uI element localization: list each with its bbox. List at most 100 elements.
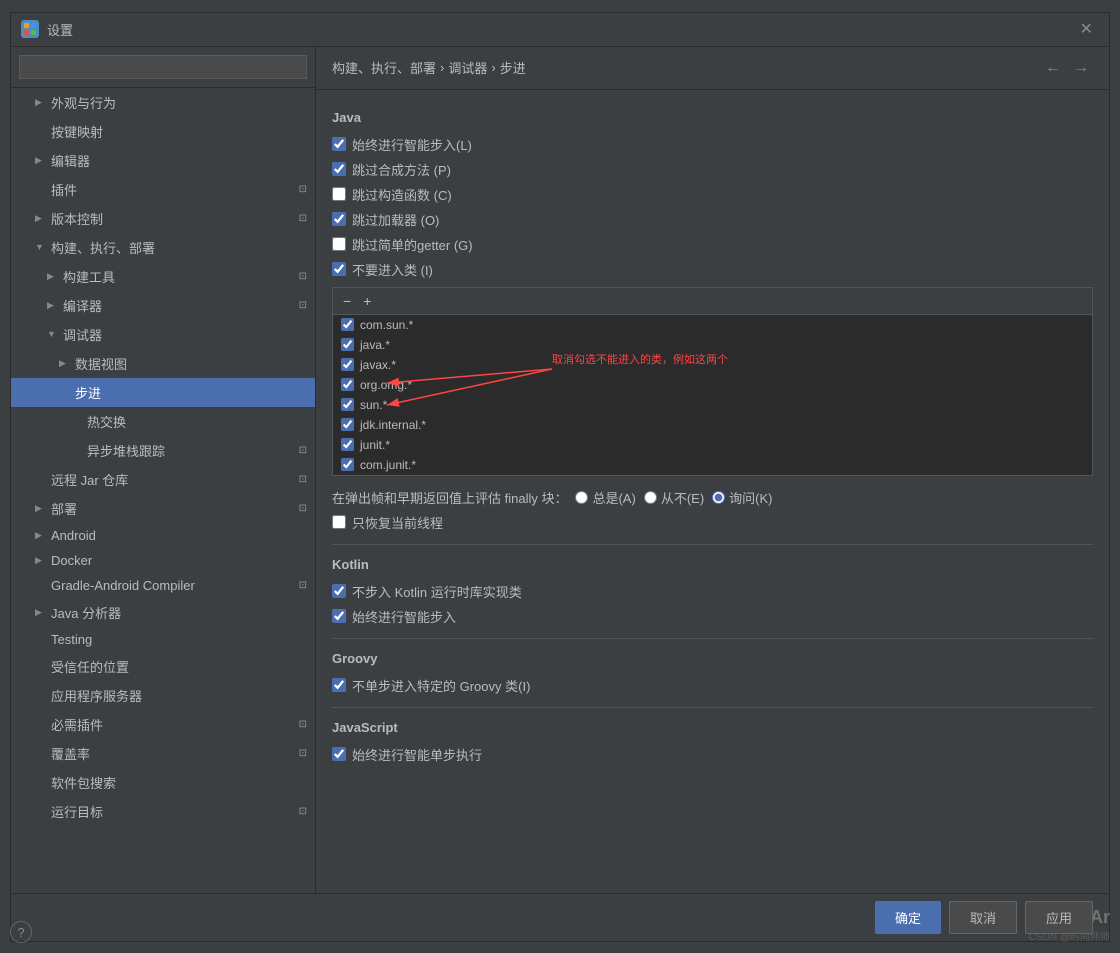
sidebar-item-compiler[interactable]: ▶ 编译器 ⊡ [11, 291, 315, 320]
search-input[interactable] [19, 55, 307, 79]
badge-icon: ⊡ [299, 445, 307, 456]
expand-arrow [59, 387, 71, 397]
sidebar-item-editor[interactable]: ▶ 编辑器 [11, 146, 315, 175]
list-item: org.omg.* [333, 375, 1092, 395]
button-group: 确定 取消 应用 [875, 901, 1093, 934]
checkbox-junit[interactable] [341, 438, 354, 451]
sidebar-item-vcs[interactable]: ▶ 版本控制 ⊡ [11, 204, 315, 233]
label-restore-threads: 只恢复当前线程 [352, 513, 443, 532]
checkbox-org-omg[interactable] [341, 378, 354, 391]
divider-2 [332, 638, 1093, 639]
class-name-junit: junit.* [360, 438, 390, 452]
expand-arrow [35, 474, 47, 484]
breadcrumb-build: 构建、执行、部署 [332, 58, 436, 77]
finally-label: 在弹出帧和早期返回值上评估 finally 块： [332, 488, 567, 507]
sidebar-item-app-server[interactable]: 应用程序服务器 [11, 681, 315, 710]
list-item: java.* [333, 335, 1092, 355]
expand-arrow [35, 748, 47, 758]
checkbox-java[interactable] [341, 338, 354, 351]
label-smart-step-in: 始终进行智能步入(L) [352, 135, 472, 154]
forward-button[interactable]: → [1069, 57, 1093, 79]
dialog-title: 设置 [47, 20, 1066, 39]
expand-arrow: ▶ [59, 358, 71, 369]
checkbox-no-step-into[interactable] [332, 262, 346, 276]
checkbox-skip-synthetic[interactable] [332, 162, 346, 176]
sidebar-item-gradle-compiler[interactable]: Gradle-Android Compiler ⊡ [11, 573, 315, 598]
remove-class-button[interactable]: − [339, 292, 355, 310]
checkbox-com-junit[interactable] [341, 458, 354, 471]
sidebar-item-docker[interactable]: ▶ Docker [11, 548, 315, 573]
apply-button[interactable]: 应用 [1025, 901, 1093, 934]
expand-arrow: ▶ [35, 155, 47, 166]
sidebar-item-trusted-locations[interactable]: 受信任的位置 [11, 652, 315, 681]
sidebar-item-required-plugins[interactable]: 必需插件 ⊡ [11, 710, 315, 739]
badge-icon: ⊡ [299, 806, 307, 817]
expand-arrow [35, 634, 47, 644]
list-item: javax.* [333, 355, 1092, 375]
sidebar-item-run-targets[interactable]: 运行目标 ⊡ [11, 797, 315, 826]
sidebar-item-testing[interactable]: Testing [11, 627, 315, 652]
option-smart-step-in: 始终进行智能步入(L) [332, 135, 1093, 154]
label-skip-getter: 跳过简单的getter (G) [352, 235, 473, 254]
main-panel: 构建、执行、部署 › 调试器 › 步进 ← → Java 始终进行智能步入(L) [316, 47, 1109, 893]
breadcrumb-sep1: › [440, 60, 444, 75]
sidebar-item-build[interactable]: ▼ 构建、执行、部署 [11, 233, 315, 262]
sidebar-item-data-view[interactable]: ▶ 数据视图 [11, 349, 315, 378]
section-groovy-title: Groovy [332, 651, 1093, 666]
breadcrumb-arrows: ← → [1041, 57, 1093, 79]
list-toolbar: − + [333, 288, 1092, 315]
expand-arrow [71, 416, 83, 426]
sidebar-item-deploy[interactable]: ▶ 部署 ⊡ [11, 494, 315, 523]
sidebar-item-remote-jar[interactable]: 远程 Jar 仓库 ⊡ [11, 465, 315, 494]
back-button[interactable]: ← [1041, 57, 1065, 79]
list-item: junit.* [333, 435, 1092, 455]
sidebar-item-debugger[interactable]: ▼ 调试器 [11, 320, 315, 349]
expand-arrow: ▶ [35, 503, 47, 514]
ok-button[interactable]: 确定 [875, 901, 941, 934]
expand-arrow [35, 777, 47, 787]
radio-ask-label: 询问(K) [712, 488, 772, 507]
sidebar-item-java-analyzer[interactable]: ▶ Java 分析器 [11, 598, 315, 627]
add-class-button[interactable]: + [359, 292, 375, 310]
list-item: com.junit.* [333, 455, 1092, 475]
help-button[interactable]: ? [10, 921, 32, 943]
badge-icon: ⊡ [299, 503, 307, 514]
sidebar-item-stepping[interactable]: 步进 [11, 378, 315, 407]
breadcrumb: 构建、执行、部署 › 调试器 › 步进 [332, 58, 1035, 77]
expand-arrow [35, 126, 47, 136]
checkbox-jdk-internal[interactable] [341, 418, 354, 431]
badge-icon: ⊡ [299, 719, 307, 730]
checkbox-js-smart[interactable] [332, 747, 346, 761]
sidebar-item-android[interactable]: ▶ Android [11, 523, 315, 548]
checkbox-sun[interactable] [341, 398, 354, 411]
checkbox-smart-step-in[interactable] [332, 137, 346, 151]
label-no-step-into: 不要进入类 (I) [352, 260, 433, 279]
checkbox-skip-getter[interactable] [332, 237, 346, 251]
checkbox-no-step-groovy[interactable] [332, 678, 346, 692]
expand-arrow: ▶ [35, 213, 47, 224]
sidebar-item-keymap[interactable]: 按键映射 [11, 117, 315, 146]
sidebar: ▶ 外观与行为 按键映射 ▶ 编辑器 插件 ⊡ ▶ 版本控制 ⊡ [11, 47, 316, 893]
radio-never[interactable] [644, 491, 657, 504]
sidebar-item-package-search[interactable]: 软件包搜索 [11, 768, 315, 797]
list-item: sun.* [333, 395, 1092, 415]
checkbox-com-sun[interactable] [341, 318, 354, 331]
sidebar-item-async-stack[interactable]: 异步堆栈跟踪 ⊡ [11, 436, 315, 465]
checkbox-restore-threads[interactable] [332, 515, 346, 529]
label-skip-synthetic: 跳过合成方法 (P) [352, 160, 451, 179]
sidebar-item-plugins[interactable]: 插件 ⊡ [11, 175, 315, 204]
checkbox-javax[interactable] [341, 358, 354, 371]
checkbox-skip-constructor[interactable] [332, 187, 346, 201]
checkbox-skip-classloader[interactable] [332, 212, 346, 226]
sidebar-item-appearance[interactable]: ▶ 外观与行为 [11, 88, 315, 117]
sidebar-item-hot-swap[interactable]: 热交换 [11, 407, 315, 436]
sidebar-item-build-tools[interactable]: ▶ 构建工具 ⊡ [11, 262, 315, 291]
cancel-button[interactable]: 取消 [949, 901, 1017, 934]
radio-ask[interactable] [712, 491, 725, 504]
close-button[interactable]: ✕ [1074, 17, 1099, 41]
sidebar-item-coverage[interactable]: 覆盖率 ⊡ [11, 739, 315, 768]
radio-always[interactable] [575, 491, 588, 504]
checkbox-kotlin-smart[interactable] [332, 609, 346, 623]
checkbox-no-step-kotlin[interactable] [332, 584, 346, 598]
radio-always-label: 总是(A) [575, 488, 635, 507]
